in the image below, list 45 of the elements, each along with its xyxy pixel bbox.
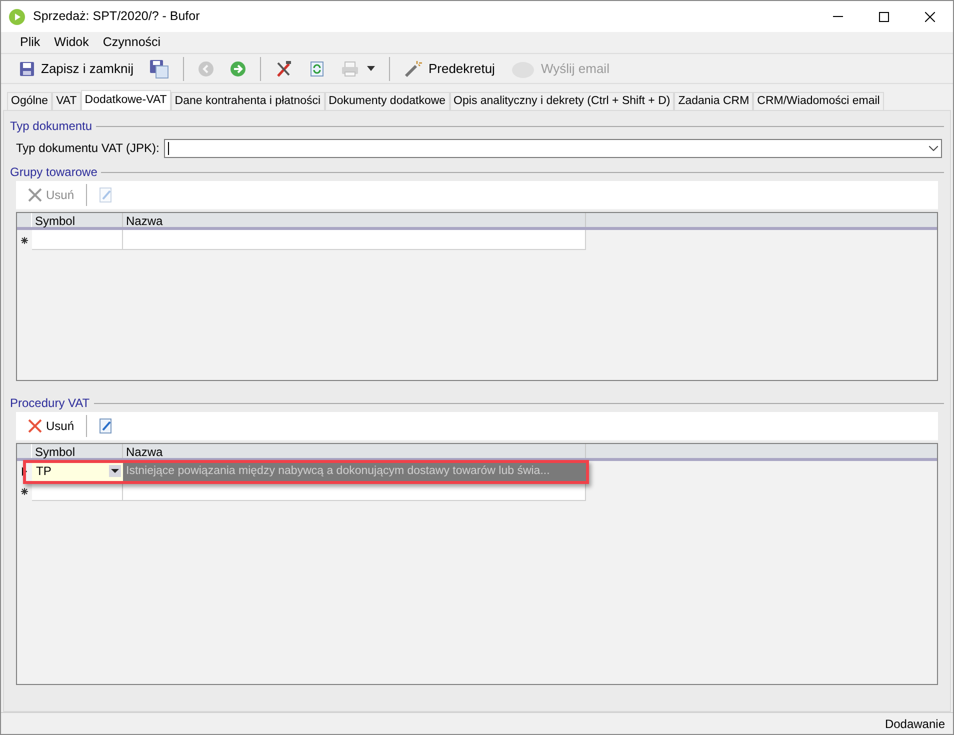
toolbar-button[interactable]: Zapisz i zamknij — [13, 56, 140, 82]
new-row-icon — [21, 488, 28, 494]
new-row-icon — [21, 236, 28, 244]
section-heading: Procedury VAT — [10, 395, 90, 412]
tab[interactable]: CRM/Wiadomości email — [753, 92, 884, 110]
edit-document-icon — [99, 187, 114, 203]
symbol-dropdown[interactable]: TP — [32, 461, 123, 481]
app-play-icon — [9, 8, 25, 24]
refresh-document-icon — [309, 60, 326, 76]
table-cell: Istniejące powiązania między nabywcą a dokonującym dostawy towarów lub świa... — [123, 461, 586, 481]
floppy-disks-icon — [149, 58, 170, 78]
delete-button[interactable]: Usuń — [24, 414, 78, 438]
delete-cross-icon — [28, 188, 42, 202]
column-header[interactable]: Nazwa — [123, 213, 586, 227]
section-heading: Typ dokumentu — [10, 118, 92, 135]
window-title: Sprzedaż: SPT/2020/? - Bufor — [33, 8, 200, 26]
edit-document-icon — [99, 418, 114, 434]
column-header[interactable]: Symbol — [32, 213, 123, 227]
tab[interactable]: Dokumenty dodatkowe — [324, 92, 450, 110]
menu-item[interactable]: Plik — [13, 32, 48, 54]
document-type-dropdown[interactable] — [164, 138, 942, 158]
menu-item[interactable]: Czynności — [96, 32, 168, 54]
tab[interactable]: Dane kontrahenta i płatności — [170, 92, 325, 110]
tab[interactable]: Opis analityczny i dekrety (Ctrl + Shift + D) — [450, 92, 674, 110]
printer-icon — [341, 60, 360, 76]
magic-wand-icon — [404, 60, 422, 78]
column-header[interactable]: Nazwa — [123, 444, 586, 458]
maximize-icon — [879, 12, 889, 22]
section-heading: Grupy towarowe — [10, 164, 98, 181]
tab[interactable]: VAT — [52, 92, 81, 110]
column-header[interactable]: Symbol — [32, 444, 123, 458]
toolbar-button[interactable]: Predekretuj — [398, 56, 501, 82]
minimize-icon — [833, 16, 843, 17]
menu-item[interactable]: Widok — [47, 32, 96, 54]
field-label: Typ dokumentu VAT (JPK): — [16, 140, 160, 157]
dropdown-chevron-icon — [929, 146, 938, 150]
dropdown-caret-icon — [109, 465, 121, 477]
dropdown-caret-icon — [367, 66, 376, 71]
hammer-wrench-icon — [275, 60, 294, 78]
delete-cross-icon — [28, 419, 42, 433]
close-icon — [925, 12, 935, 22]
status-text: Dodawanie — [884, 716, 945, 732]
tab[interactable]: Zadania CRM — [674, 92, 754, 110]
tab[interactable]: Ogólne — [7, 92, 52, 110]
tab[interactable]: Dodatkowe-VAT — [80, 90, 171, 110]
